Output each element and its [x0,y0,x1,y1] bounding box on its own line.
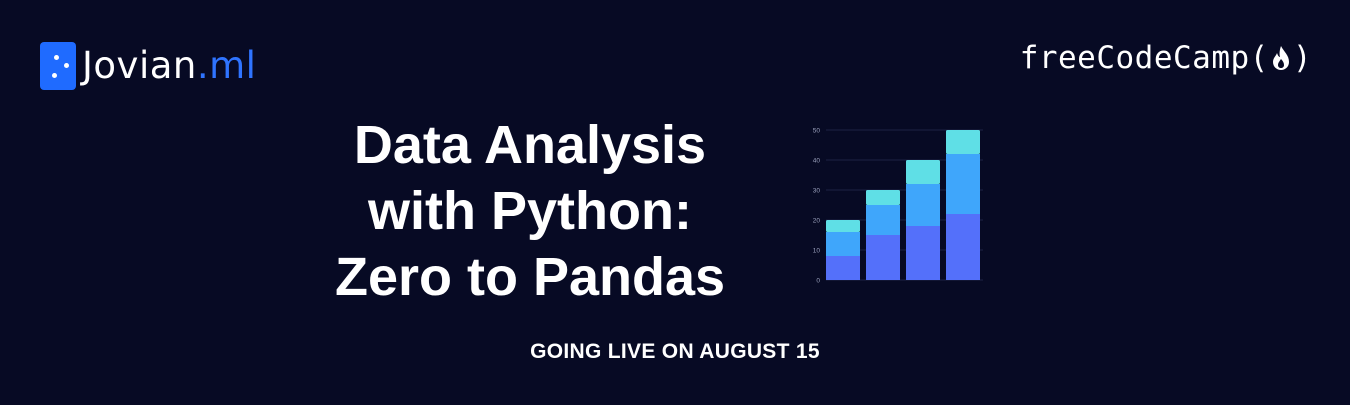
y-tick-label: 40 [813,158,821,165]
freecodecamp-name: freeCodeCamp [1019,40,1250,76]
bar-segment-3 [866,190,900,205]
bar-segment-1 [826,256,860,280]
freecodecamp-close-paren: ) [1292,40,1312,76]
flame-icon [1272,46,1289,70]
y-tick-label: 30 [813,188,821,195]
bar-segment-2 [906,184,940,226]
bar-segment-2 [866,205,900,235]
y-tick-label: 10 [813,248,821,255]
title-line-2: with Python: [368,181,692,241]
bar-segment-1 [906,226,940,280]
bar-segment-1 [866,235,900,280]
freecodecamp-open-paren: ( [1249,40,1269,76]
bar-segment-3 [906,160,940,184]
jovian-suffix: .ml [196,44,257,87]
bar-segment-1 [946,214,980,280]
freecodecamp-logo: freeCodeCamp ( ) [1020,40,1312,76]
launch-announcement: GOING LIVE ON AUGUST 15 [530,340,820,363]
jovian-mark-icon [40,42,76,90]
jovian-logo: Jovian.ml [40,42,256,90]
y-tick-label: 20 [813,218,821,225]
course-title: Data Analysis with Python: Zero to Panda… [300,112,760,310]
bar-segment-2 [946,154,980,214]
bar-segment-2 [826,232,860,256]
jovian-wordmark: Jovian.ml [82,42,256,90]
y-tick-label: 0 [816,278,820,285]
bar-segment-3 [826,220,860,232]
stacked-bar-chart: 0 10 20 30 40 50 [813,128,983,285]
title-line-3: Zero to Pandas [334,247,726,307]
bar-segment-3 [946,130,980,154]
jovian-name: Jovian [82,44,197,87]
y-tick-label: 50 [813,128,821,135]
title-line-1: Data Analysis [353,115,707,175]
